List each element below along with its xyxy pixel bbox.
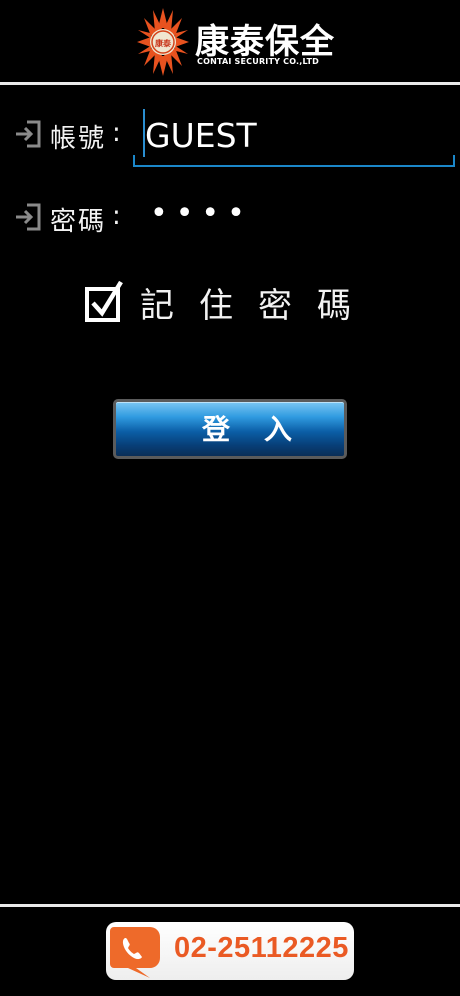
call-phone-button[interactable]: 02-25112225 bbox=[106, 922, 354, 980]
sun-logo-icon: 康泰 bbox=[137, 8, 189, 76]
login-button-label: 登入 bbox=[201, 413, 326, 446]
input-underline-edge bbox=[133, 155, 135, 167]
brand-name-zh: 康泰保全 bbox=[195, 22, 335, 62]
login-arrow-icon bbox=[16, 120, 41, 148]
remember-password-label[interactable]: 記住密碼 bbox=[140, 278, 376, 327]
account-label: 帳號 bbox=[50, 124, 107, 154]
password-input[interactable]: •••• bbox=[150, 196, 253, 231]
remember-checkbox[interactable] bbox=[84, 279, 124, 323]
text-caret bbox=[143, 109, 145, 157]
logo-mark: 康泰 bbox=[155, 38, 172, 48]
account-input[interactable] bbox=[133, 105, 455, 167]
login-button[interactable]: 登入 bbox=[113, 399, 347, 459]
phone-icon bbox=[110, 927, 160, 978]
input-underline-edge bbox=[453, 155, 455, 167]
login-arrow-icon bbox=[16, 203, 41, 231]
app-header: 康泰 康泰保全 CONTAI SECURITY CO.,LTD bbox=[0, 0, 460, 82]
account-colon: : bbox=[112, 118, 121, 148]
password-colon: : bbox=[112, 201, 121, 231]
password-label: 密碼 bbox=[50, 207, 107, 237]
phone-number: 02-25112225 bbox=[174, 932, 349, 964]
brand-name-en: CONTAI SECURITY CO.,LTD bbox=[197, 57, 319, 66]
header-divider bbox=[0, 82, 460, 85]
footer-divider bbox=[0, 904, 460, 907]
